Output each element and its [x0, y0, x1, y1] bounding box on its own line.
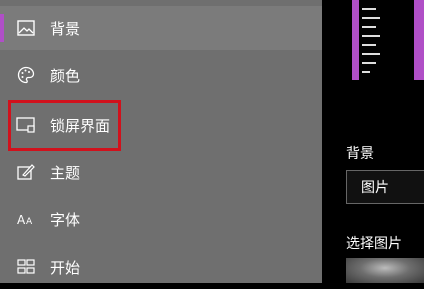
- sidebar-item-start[interactable]: 开始: [0, 245, 322, 289]
- sidebar-item-label: 颜色: [50, 66, 81, 85]
- preview-accent-tile: [414, 0, 424, 80]
- sidebar-item-background[interactable]: 背景: [0, 6, 322, 50]
- sidebar-item-label: 字体: [50, 210, 81, 229]
- sidebar-item-themes[interactable]: 主题: [0, 150, 322, 194]
- choose-picture-label: 选择图片: [346, 236, 402, 252]
- picture-thumbnail[interactable]: [346, 258, 424, 283]
- svg-text:A: A: [26, 217, 33, 227]
- dropdown-selected-value: 图片: [361, 180, 389, 196]
- selection-indicator: [0, 14, 4, 42]
- preview-taskbar: [352, 0, 359, 80]
- picture-icon: [16, 18, 36, 38]
- start-grid-icon: [16, 257, 36, 277]
- highlight-annotation-box: [8, 100, 121, 151]
- palette-icon: [16, 65, 36, 85]
- sidebar-item-colors[interactable]: 颜色: [0, 53, 322, 97]
- preview-start-menu: [362, 0, 382, 80]
- settings-sidebar: 背景 颜色 锁屏界面 主题 AA 字体 开始: [0, 0, 322, 283]
- sidebar-item-label: 开始: [50, 258, 81, 277]
- theme-brush-icon: [16, 162, 36, 182]
- font-icon: AA: [16, 209, 36, 229]
- background-section-label: 背景: [346, 146, 374, 162]
- svg-text:A: A: [17, 213, 26, 227]
- background-type-dropdown[interactable]: 图片: [346, 170, 424, 204]
- sidebar-item-fonts[interactable]: AA 字体: [0, 197, 322, 241]
- sidebar-item-label: 背景: [50, 19, 81, 38]
- sidebar-item-label: 主题: [50, 163, 81, 182]
